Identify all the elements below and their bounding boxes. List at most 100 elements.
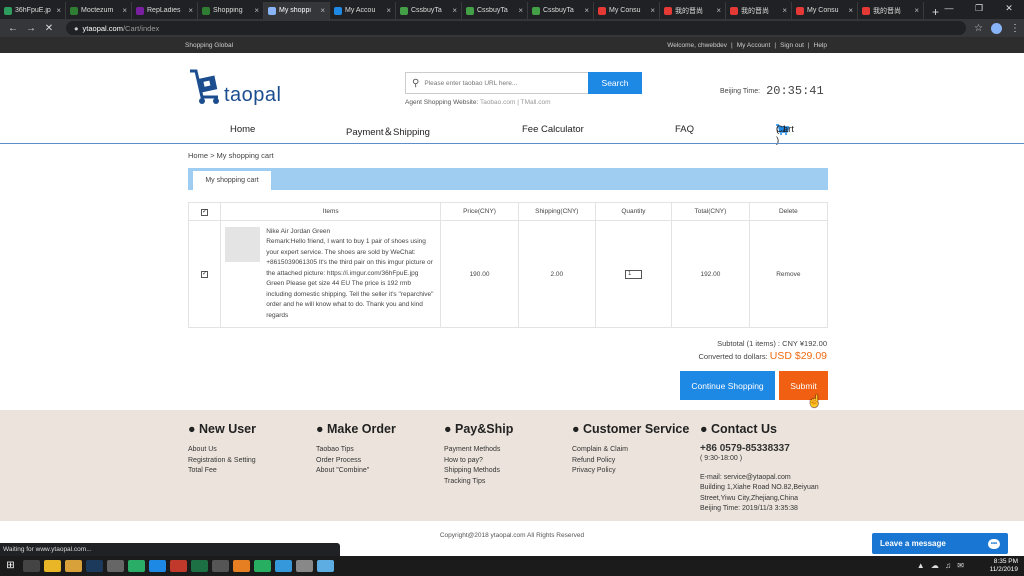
back-icon[interactable]: ← <box>8 23 18 34</box>
footer-link[interactable]: About Us <box>188 445 256 456</box>
windows-start-icon[interactable]: ⊞ <box>2 560 19 572</box>
cart-header-row: ✓ Items Price(CNY) Shipping(CNY) Quantit… <box>187 202 829 221</box>
menu-icon[interactable]: ⋮ <box>1010 23 1020 34</box>
footer-link[interactable]: Order Process <box>316 456 396 467</box>
steam-icon[interactable] <box>86 560 103 572</box>
tab-close-icon[interactable]: × <box>914 6 919 15</box>
tab-close-icon[interactable]: × <box>782 6 787 15</box>
browser-tab[interactable]: 36hFpuE.jp × <box>0 2 66 19</box>
browser-tab[interactable]: CssbuyTa × <box>396 2 462 19</box>
tab-close-icon[interactable]: × <box>848 6 853 15</box>
contact-email[interactable]: E-mail: service@ytaopal.com <box>700 473 830 484</box>
system-tray-icons[interactable]: ▲ ☁ ♫ ✉ <box>917 561 966 570</box>
app-icon[interactable] <box>149 560 166 572</box>
quantity-input[interactable]: 1 <box>624 269 642 279</box>
taskbar-clock[interactable]: 8:35 PM 11/2/2019 <box>990 558 1018 574</box>
tab-title: My Consu <box>807 7 839 14</box>
browser-tab[interactable]: CssbuyTa × <box>528 2 594 19</box>
item-name[interactable]: Nike Air Jordan Green <box>266 227 436 238</box>
tab-close-icon[interactable]: × <box>716 6 721 15</box>
footer-link[interactable]: Refund Policy <box>572 456 689 467</box>
browser-tab[interactable]: My shoppi × <box>264 2 330 19</box>
tab-close-icon[interactable]: × <box>188 6 193 15</box>
search-input[interactable]: ⚲ Please enter taobao URL here... <box>405 72 588 94</box>
tab-close-icon[interactable]: × <box>452 6 457 15</box>
tab-close-icon[interactable]: × <box>320 6 325 15</box>
wechat-icon[interactable] <box>128 560 145 572</box>
nav-fee-calculator[interactable]: Fee Calculator <box>522 124 584 135</box>
browser-tab[interactable]: 我的晋尚 × <box>660 2 726 19</box>
remove-link[interactable]: Remove <box>748 220 829 328</box>
footer-link[interactable]: About "Combine" <box>316 466 396 477</box>
tab-close-icon[interactable]: × <box>56 6 61 15</box>
file-explorer-icon[interactable] <box>65 560 82 572</box>
forward-icon[interactable]: → <box>26 23 36 34</box>
footer-link[interactable]: Total Fee <box>188 466 256 477</box>
footer-link[interactable]: Shipping Methods <box>444 466 513 477</box>
footer-link[interactable]: Tracking Tips <box>444 477 513 488</box>
task-view-icon[interactable] <box>23 560 40 572</box>
tab-favicon-icon <box>202 6 210 15</box>
browser-tab[interactable]: Moctezum × <box>66 2 132 19</box>
tab-close-icon[interactable]: × <box>122 6 127 15</box>
footer-link[interactable]: Taobao Tips <box>316 445 396 456</box>
tab-my-shopping-cart[interactable]: My shopping cart <box>193 171 271 190</box>
site-logo[interactable]: taopal <box>188 67 282 105</box>
leave-message-label: Leave a message <box>880 539 946 548</box>
nav-payment-shipping[interactable]: Payment＆Shipping <box>346 124 430 138</box>
sublime-icon[interactable] <box>233 560 250 572</box>
account-link[interactable]: Welcome, chwebdev <box>667 42 727 49</box>
nav-home[interactable]: Home <box>230 124 255 135</box>
maximize-icon[interactable]: ❐ <box>964 0 994 16</box>
browser-tab[interactable]: 我的晋尚 × <box>858 2 924 19</box>
browser-tab[interactable]: My Accou × <box>330 2 396 19</box>
app-icon[interactable] <box>296 560 313 572</box>
app-icon[interactable] <box>275 560 292 572</box>
app-icon[interactable] <box>317 560 334 572</box>
agent-label: Agent Shopping Website: <box>405 99 479 106</box>
agent-link-tmall[interactable]: TMall.com <box>521 99 551 106</box>
leave-message-widget[interactable]: Leave a message ••• <box>872 533 1008 554</box>
url-field[interactable]: ● ytaopal.com/Cart/index <box>66 21 966 35</box>
tab-close-icon[interactable]: × <box>386 6 391 15</box>
browser-tab[interactable]: RepLadies × <box>132 2 198 19</box>
select-all-checkbox[interactable]: ✓ <box>201 208 209 216</box>
tab-title: Moctezum <box>81 7 114 14</box>
tab-close-icon[interactable]: × <box>650 6 655 15</box>
close-window-icon[interactable]: ✕ <box>994 0 1024 16</box>
app-icon[interactable] <box>212 560 229 572</box>
bookmark-star-icon[interactable]: ☆ <box>974 23 983 34</box>
profile-avatar[interactable] <box>990 22 1002 34</box>
nav-faq[interactable]: FAQ <box>675 124 694 135</box>
footer-link[interactable]: Registration & Setting <box>188 456 256 467</box>
item-thumbnail[interactable] <box>225 226 261 262</box>
footer-link[interactable]: Payment Methods <box>444 445 513 456</box>
browser-tab[interactable]: My Consu × <box>792 2 858 19</box>
browser-tab[interactable]: 我的晋尚 × <box>726 2 792 19</box>
browser-tab[interactable]: My Consu × <box>594 2 660 19</box>
excel-icon[interactable] <box>191 560 208 572</box>
settings-icon[interactable] <box>107 560 124 572</box>
browser-tab[interactable]: Shopping × <box>198 2 264 19</box>
tab-close-icon[interactable]: × <box>518 6 523 15</box>
footer-link[interactable]: Complain & Claim <box>572 445 689 456</box>
minimize-icon[interactable]: — <box>934 0 964 16</box>
nav-cart[interactable]: Cart ( 1 ) <box>776 124 794 146</box>
search-button[interactable]: Search <box>588 72 642 94</box>
chrome-icon[interactable] <box>44 560 61 572</box>
app-icon[interactable] <box>170 560 187 572</box>
account-link[interactable]: Sign out <box>780 42 804 49</box>
account-link[interactable]: My Account <box>737 42 771 49</box>
tab-close-icon[interactable]: × <box>254 6 259 15</box>
agent-link-taobao[interactable]: Taobao.com <box>480 99 515 106</box>
continue-shopping-button[interactable]: Continue Shopping <box>680 371 775 400</box>
account-link[interactable]: Help <box>814 42 827 49</box>
footer-link[interactable]: How to pay? <box>444 456 513 467</box>
browser-tab[interactable]: CssbuyTa × <box>462 2 528 19</box>
converted-value: USD $29.09 <box>769 350 827 362</box>
app-icon[interactable] <box>254 560 271 572</box>
stop-loading-icon[interactable]: ✕ <box>44 23 54 34</box>
tab-close-icon[interactable]: × <box>584 6 589 15</box>
footer-link[interactable]: Privacy Policy <box>572 466 689 477</box>
row-checkbox[interactable]: ✓ <box>201 271 209 278</box>
